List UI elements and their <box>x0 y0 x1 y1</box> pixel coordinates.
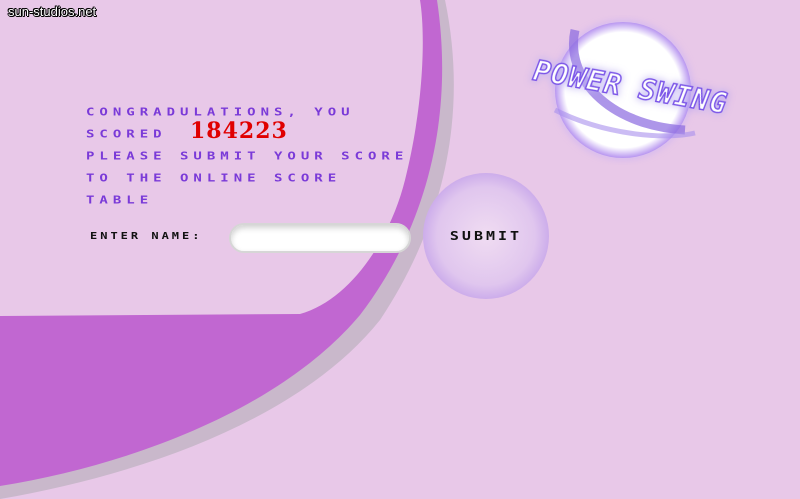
message-line-3: PLEASE SUBMIT YOUR SCORE <box>86 150 409 163</box>
message-line-2: SCORED <box>86 128 167 141</box>
score-value: 184223 <box>190 118 288 144</box>
power-swing-logo: POWER SWING <box>530 22 731 158</box>
submit-button[interactable]: SUBMIT <box>423 173 549 299</box>
name-input[interactable] <box>229 223 411 253</box>
submit-label: SUBMIT <box>449 228 523 244</box>
site-label: sun-studios.net <box>8 4 97 19</box>
game-screen: sun-studios.net CONGRADULATIONS, YOU SCO… <box>0 0 800 499</box>
message-line-4: TO THE ONLINE SCORE <box>86 172 342 185</box>
message-line-5: TABLE <box>86 194 154 207</box>
enter-name-label: ENTER NAME: <box>90 230 203 242</box>
